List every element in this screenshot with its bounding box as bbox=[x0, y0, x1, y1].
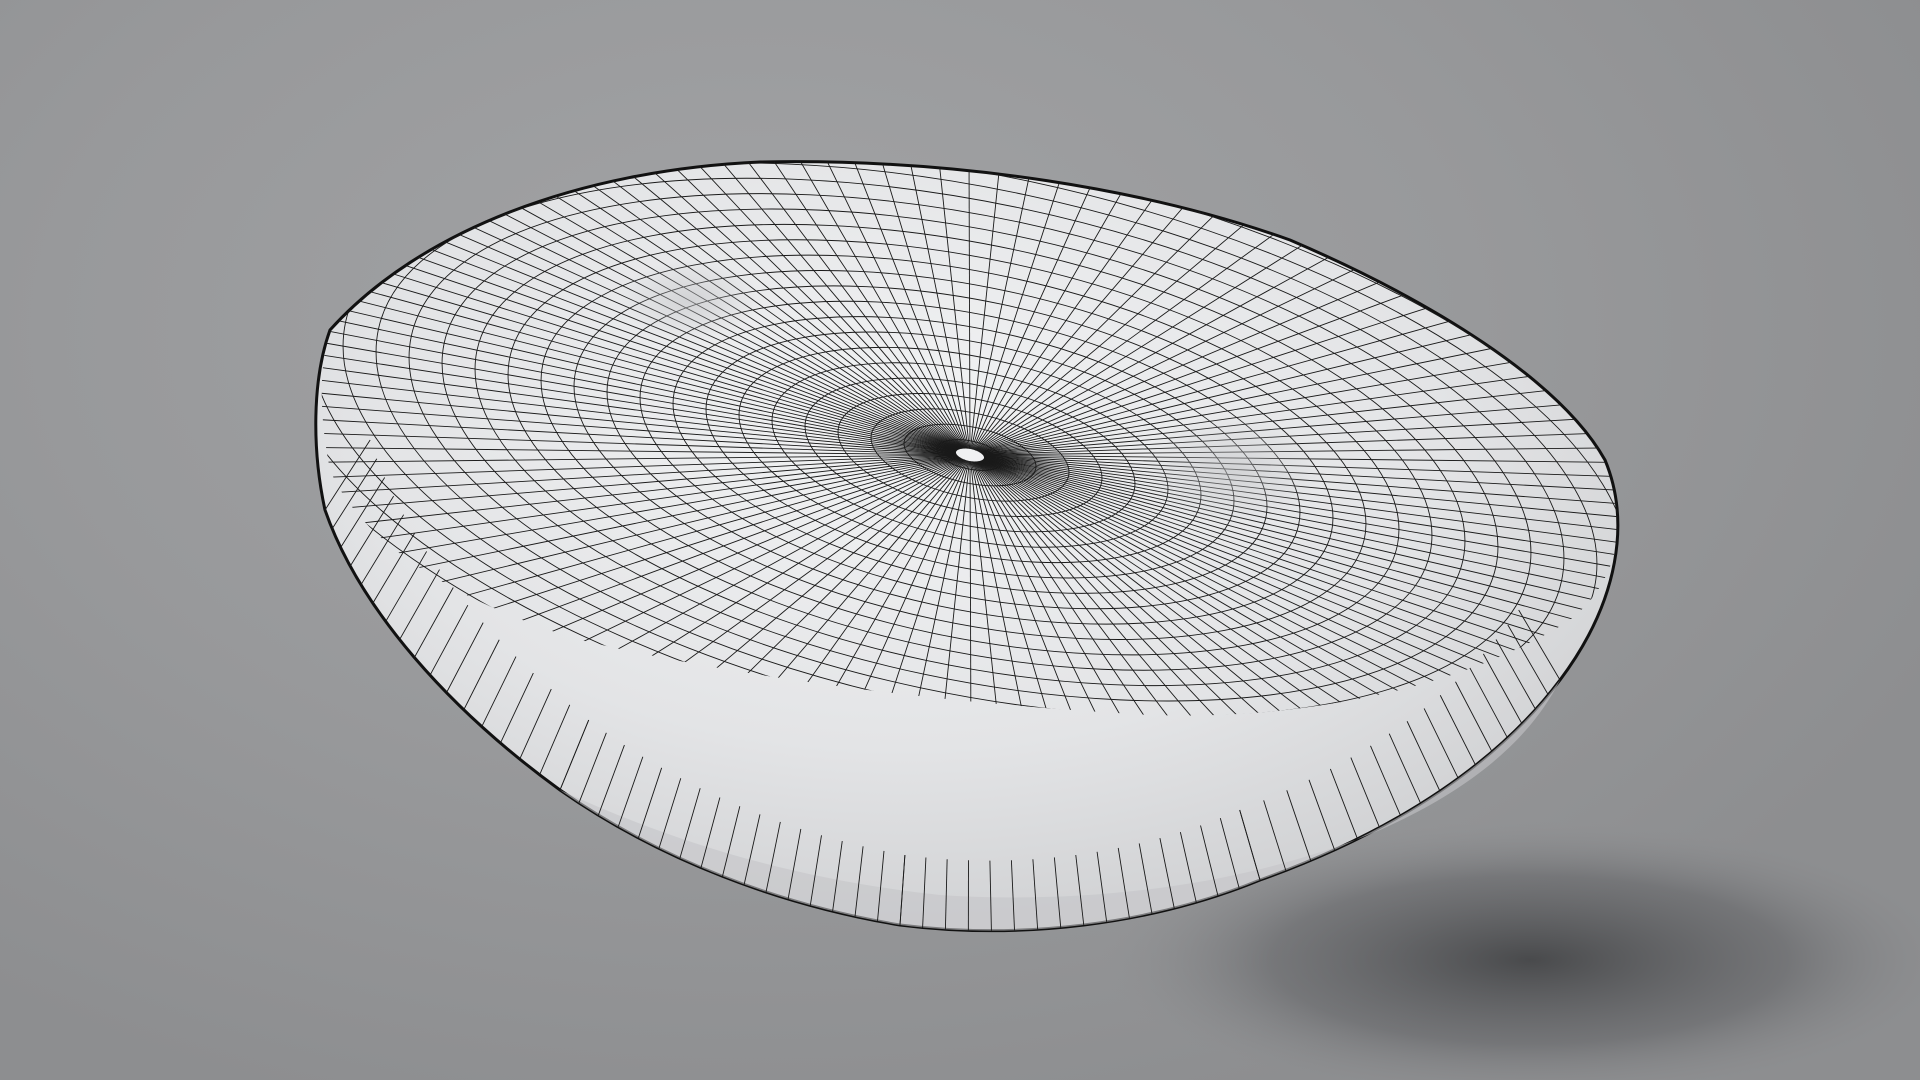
dent-left bbox=[620, 260, 760, 340]
dent-right bbox=[1140, 415, 1320, 525]
scene-render bbox=[314, 160, 1920, 1080]
render-viewport bbox=[0, 0, 1920, 1080]
beret-silhouette bbox=[314, 160, 1620, 933]
